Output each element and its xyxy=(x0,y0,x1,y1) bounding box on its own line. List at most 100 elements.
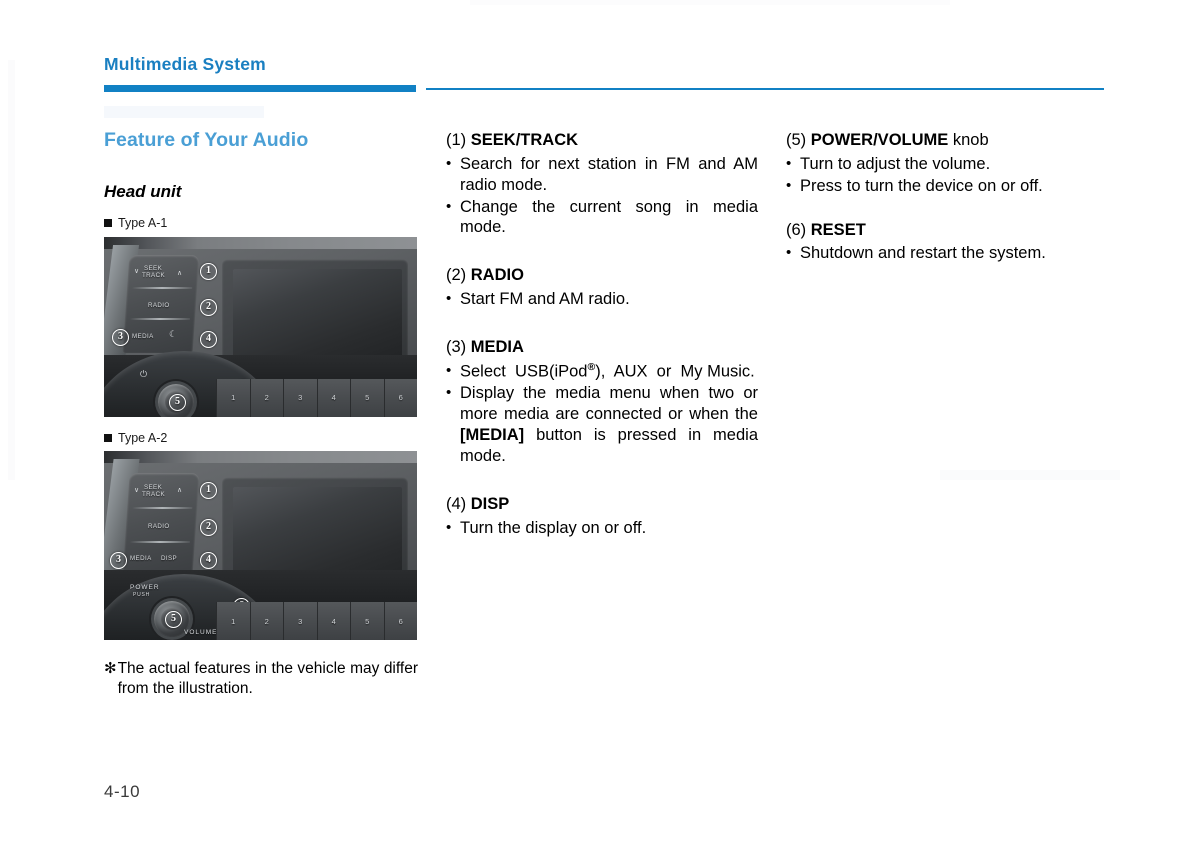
button-divider-1 xyxy=(132,507,193,510)
seek-down-chevron-icon: ∨ xyxy=(134,487,140,495)
preset-button-5: 5 xyxy=(350,602,384,641)
bullet-square-icon xyxy=(104,219,112,228)
feature-number: (2) xyxy=(446,266,467,285)
feature-bullet-text: Shutdown and restart the system. xyxy=(800,244,1046,263)
bullet-icon: • xyxy=(786,244,792,262)
feature-name: SEEK/TRACK xyxy=(470,131,579,149)
feature-bullet: • Change the current song in media mode. xyxy=(446,197,758,239)
seek-up-chevron-icon: ∧ xyxy=(177,487,183,495)
preset-button-4: 4 xyxy=(316,602,350,641)
feature-heading-seek-track: (1) SEEK/TRACK xyxy=(446,130,758,151)
type-a1-label: Type A-1 xyxy=(118,216,168,231)
feature-number: (6) xyxy=(786,220,807,239)
media-button-label: MEDIA xyxy=(130,555,152,563)
seek-button-label: SEEK xyxy=(144,264,163,272)
callout-2: 2 xyxy=(200,298,217,316)
preset-button-1: 1 xyxy=(216,378,250,417)
feature-bullet-text: Change the current song in media mode. xyxy=(460,197,758,237)
feature-bullet: • Display the media menu when two or mor… xyxy=(446,383,758,467)
preset-button-3: 3 xyxy=(283,378,317,417)
illustration-disclaimer-note: ✻ The actual features in the vehicle may… xyxy=(104,659,418,699)
section-title: Feature of Your Audio xyxy=(104,129,309,151)
button-divider-1 xyxy=(132,286,193,289)
feature-bullet: • Turn the display on or off. xyxy=(446,518,758,539)
bullet-icon: • xyxy=(446,518,452,536)
feature-bullet: • Turn to adjust the volume. xyxy=(786,154,1106,175)
feature-bullet-text: Search for next station in FM and AM rad… xyxy=(460,154,758,194)
radio-button-label: RADIO xyxy=(148,301,170,309)
subsection-title: Head unit xyxy=(104,182,182,202)
feature-block-radio: (2) RADIO • Start FM and AM radio. xyxy=(446,265,758,310)
feature-name-suffix: knob xyxy=(948,131,989,149)
head-unit-display-frame xyxy=(222,258,408,363)
feature-block-seek-track: (1) SEEK/TRACK • Search for next station… xyxy=(446,130,758,238)
preset-button-4: 4 xyxy=(316,378,350,417)
type-a2-label: Type A-2 xyxy=(118,430,168,445)
feature-block-reset: (6) RESET • Shutdown and restart the sys… xyxy=(786,220,1106,265)
feature-name: RADIO xyxy=(470,266,524,285)
preset-button-2: 2 xyxy=(249,602,283,641)
power-label: POWER xyxy=(130,584,160,592)
middle-column: (1) SEEK/TRACK • Search for next station… xyxy=(446,130,758,539)
media-button-label: MEDIA xyxy=(132,332,154,340)
head-unit-illustration-type-a2: ∨ SEEK TRACK ∧ RADIO MEDIA DISP 1 2 3 4 … xyxy=(104,451,417,641)
feature-block-media: (3) MEDIA • Select USB(iPod®), AUX or My… xyxy=(446,337,758,467)
page-header-title: Multimedia System xyxy=(104,54,266,74)
preset-button-5: 5 xyxy=(350,378,384,417)
preset-buttons-row-a2: 1 2 3 4 5 6 xyxy=(216,602,417,641)
preset-button-2: 2 xyxy=(249,378,283,417)
feature-block-power-volume: (5) POWER/VOLUME knob • Turn to adjust t… xyxy=(786,130,1106,197)
preset-button-1: 1 xyxy=(216,602,250,641)
right-column: (5) POWER/VOLUME knob • Turn to adjust t… xyxy=(786,130,1106,265)
header-rule-thin xyxy=(426,88,1104,90)
scan-artifact-top xyxy=(470,0,950,5)
seek-down-chevron-icon: ∨ xyxy=(134,267,140,275)
bullet-icon: • xyxy=(786,176,792,194)
button-divider-2 xyxy=(129,541,190,544)
track-button-label: TRACK xyxy=(142,271,165,279)
feature-block-disp: (4) DISP • Turn the display on or off. xyxy=(446,494,758,539)
head-unit-illustration-type-a1: ∨ SEEK TRACK ∧ RADIO MEDIA ☾ 1 2 3 4 ⏻ 5… xyxy=(104,236,417,417)
seek-button-label: SEEK xyxy=(144,484,163,492)
page-number: 4-10 xyxy=(104,782,141,801)
feature-name: POWER/VOLUME xyxy=(810,131,949,149)
header-rule-thick xyxy=(104,85,416,92)
disp-button-label: DISP xyxy=(161,555,178,563)
preset-buttons-row-a1: 1 2 3 4 5 6 xyxy=(216,378,417,417)
head-unit-display xyxy=(233,487,402,584)
volume-label: VOLUME xyxy=(184,629,218,637)
feature-name: MEDIA xyxy=(470,338,524,357)
track-button-label: TRACK xyxy=(142,491,165,499)
callout-5: 5 xyxy=(169,393,186,411)
push-label: PUSH xyxy=(133,592,151,599)
callout-2: 2 xyxy=(200,519,217,537)
preset-button-6: 6 xyxy=(383,378,417,417)
feature-heading-disp: (4) DISP xyxy=(446,494,758,515)
feature-number: (3) xyxy=(446,338,467,357)
callout-3: 3 xyxy=(112,328,129,346)
feature-name: RESET xyxy=(810,220,866,239)
page-header: Multimedia System xyxy=(104,54,1104,96)
feature-bullet: • Search for next station in FM and AM r… xyxy=(446,154,758,196)
feature-bullet: • Shutdown and restart the system. xyxy=(786,243,1106,264)
preset-button-6: 6 xyxy=(383,602,417,641)
bullet-icon: • xyxy=(446,154,452,172)
head-unit-display xyxy=(233,268,402,357)
feature-bullet-text-media-sources: Select USB(iPod®), AUX or My Music. xyxy=(460,360,755,381)
display-moon-icon: ☾ xyxy=(169,328,178,339)
power-symbol-icon: ⏻ xyxy=(140,368,148,379)
bullet-icon: • xyxy=(446,290,452,308)
bullet-icon: • xyxy=(446,384,452,402)
feature-bullet: • Press to turn the device on or off. xyxy=(786,176,1106,197)
feature-bullet: • Start FM and AM radio. xyxy=(446,289,758,310)
asterisk-icon: ✻ xyxy=(104,660,117,678)
feature-bullet: • Select USB(iPod®), AUX or My Music. xyxy=(446,361,758,382)
bullet-square-icon xyxy=(104,433,112,442)
seek-up-chevron-icon: ∧ xyxy=(177,269,183,277)
bullet-icon: • xyxy=(786,154,792,172)
type-a1-label-row: Type A-1 xyxy=(104,217,418,230)
feature-bullet-text: Turn to adjust the volume. xyxy=(800,154,991,173)
